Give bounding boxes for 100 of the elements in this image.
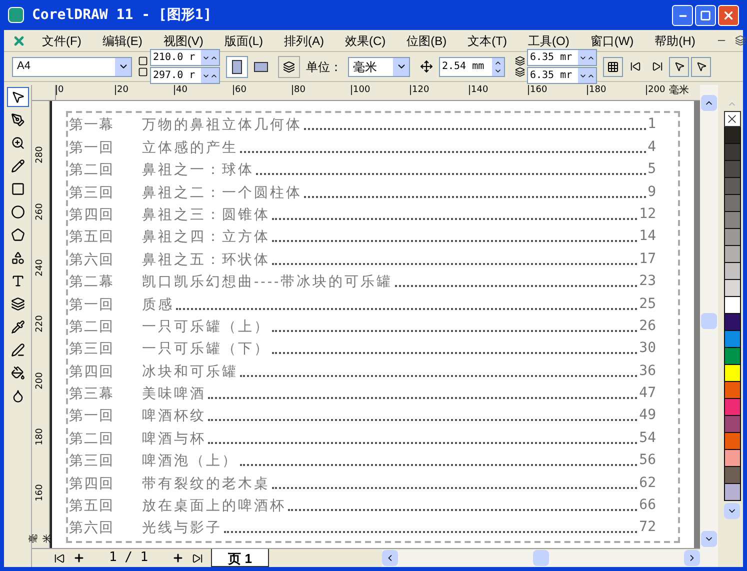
- offset-x-field[interactable]: 6.35 mr: [527, 49, 597, 66]
- select-all-button[interactable]: [691, 56, 711, 76]
- tool-icon: [10, 90, 24, 104]
- maximize-icon: [700, 10, 711, 20]
- offset-y-field[interactable]: 6.35 mr: [527, 67, 597, 84]
- scroll-up-button[interactable]: [701, 95, 717, 111]
- color-swatch[interactable]: [724, 246, 740, 263]
- color-swatch[interactable]: [724, 229, 740, 246]
- color-swatch[interactable]: [724, 212, 740, 229]
- palette-down-icon[interactable]: [724, 503, 740, 519]
- page-layout-button[interactable]: [278, 56, 300, 78]
- toc-title: 啤酒泡（上）: [142, 451, 238, 470]
- tool-icon: [10, 228, 24, 242]
- nudge-icon: [420, 60, 433, 73]
- toc-title: 一只可乐罐（下）: [142, 339, 270, 358]
- toc-label: 第四回: [69, 204, 115, 224]
- toc-page: 54: [639, 428, 656, 448]
- unit-dropdown[interactable]: 毫米: [348, 56, 410, 76]
- toc-page: 1: [648, 115, 656, 134]
- toc-title: 光线与影子: [142, 518, 222, 538]
- add-page-icon[interactable]: [172, 552, 184, 564]
- ruler-label: 220: [34, 315, 46, 333]
- ruler-label: 140: [469, 85, 528, 95]
- menu-item[interactable]: 排列(A): [284, 32, 324, 50]
- color-swatch[interactable]: [724, 450, 740, 467]
- color-swatch[interactable]: [724, 382, 740, 399]
- toc-label: 第二回: [69, 160, 115, 180]
- scroll-right-button[interactable]: [684, 550, 700, 566]
- minimize-button[interactable]: [672, 4, 693, 26]
- portrait-button[interactable]: [226, 56, 248, 78]
- menu-item[interactable]: 位图(B): [406, 32, 447, 50]
- ruler-label: 80: [292, 85, 351, 95]
- color-swatch[interactable]: [724, 331, 740, 348]
- paper-dropdown[interactable]: A4: [12, 56, 132, 76]
- tool-button[interactable]: [6, 87, 28, 107]
- nudge-field[interactable]: 2.54 mm: [439, 56, 505, 76]
- color-swatch[interactable]: [724, 127, 740, 144]
- color-swatch[interactable]: [724, 467, 740, 484]
- ruler-label: 200: [646, 85, 666, 95]
- page-tab[interactable]: 页 1: [211, 549, 269, 567]
- menu-item[interactable]: 窗口(W): [590, 32, 634, 50]
- spin-arrows-icon[interactable]: [492, 58, 504, 76]
- toc-page: 26: [639, 316, 656, 336]
- toc-label: 第二回: [69, 428, 115, 448]
- tool-icon: [10, 389, 24, 403]
- close-button[interactable]: [718, 4, 739, 26]
- spin-arrows-icon[interactable]: [578, 68, 596, 83]
- menu-item[interactable]: 编辑(E): [102, 32, 142, 50]
- ruler-label: 160: [528, 85, 587, 95]
- toc-title: 万物的鼻祖立体几何体: [142, 115, 302, 134]
- color-swatch[interactable]: [724, 195, 740, 212]
- tool-icon: [10, 113, 24, 127]
- first-page-icon[interactable]: [54, 552, 65, 564]
- toc-page: 62: [639, 474, 656, 493]
- color-swatch[interactable]: [724, 416, 740, 433]
- ruler-label: 60: [233, 85, 292, 95]
- toc-page: 49: [639, 406, 656, 426]
- toc-label: 第四回: [69, 474, 115, 493]
- select-button[interactable]: [669, 56, 689, 76]
- scroll-thumb[interactable]: [701, 313, 717, 329]
- scroll-left-button[interactable]: [382, 550, 398, 566]
- width-field[interactable]: 210.0 r: [150, 49, 220, 66]
- color-swatch[interactable]: [724, 280, 740, 297]
- toc-label: 第三回: [69, 182, 115, 202]
- menu-item[interactable]: 帮助(H): [654, 32, 696, 50]
- scroll-down-button[interactable]: [701, 531, 717, 547]
- color-swatch[interactable]: [724, 263, 740, 280]
- color-swatch[interactable]: [724, 433, 740, 450]
- last-page-icon[interactable]: [192, 552, 204, 564]
- page-counter: 1 / 1: [108, 549, 150, 568]
- scroll-thumb[interactable]: [533, 550, 549, 566]
- toc-page: 17: [639, 250, 656, 269]
- grid-button[interactable]: [603, 56, 623, 76]
- horizontal-scrollbar[interactable]: [382, 550, 700, 566]
- color-swatch[interactable]: [724, 178, 740, 195]
- color-swatch[interactable]: [724, 144, 740, 161]
- toc-page: 47: [639, 384, 656, 404]
- menu-item[interactable]: 视图(V): [163, 32, 204, 50]
- color-swatch[interactable]: [724, 314, 740, 331]
- toc-label: 第二幕: [69, 272, 115, 292]
- color-swatch[interactable]: [724, 297, 740, 314]
- toc-label: 第一幕: [69, 115, 115, 134]
- maximize-button[interactable]: [695, 4, 716, 26]
- menu-item[interactable]: 文件(F): [42, 32, 82, 50]
- spin-arrows-icon[interactable]: [201, 50, 219, 65]
- menu-item[interactable]: 文本(T): [468, 32, 507, 50]
- menu-item[interactable]: 工具(O): [528, 32, 570, 50]
- menu-item[interactable]: 版面(L): [224, 32, 263, 50]
- color-swatch[interactable]: [724, 399, 740, 416]
- height-field[interactable]: 297.0 r: [150, 67, 220, 84]
- spin-arrows-icon[interactable]: [201, 68, 219, 83]
- menu-item[interactable]: 效果(C): [345, 32, 386, 50]
- color-swatch[interactable]: [724, 348, 740, 365]
- vertical-scrollbar[interactable]: [700, 85, 718, 567]
- color-swatch[interactable]: [724, 161, 740, 178]
- no-color-swatch[interactable]: [724, 111, 740, 127]
- add-page-icon[interactable]: [73, 552, 85, 564]
- color-swatch[interactable]: [724, 484, 740, 501]
- color-swatch[interactable]: [724, 365, 740, 382]
- spin-arrows-icon[interactable]: [578, 50, 596, 65]
